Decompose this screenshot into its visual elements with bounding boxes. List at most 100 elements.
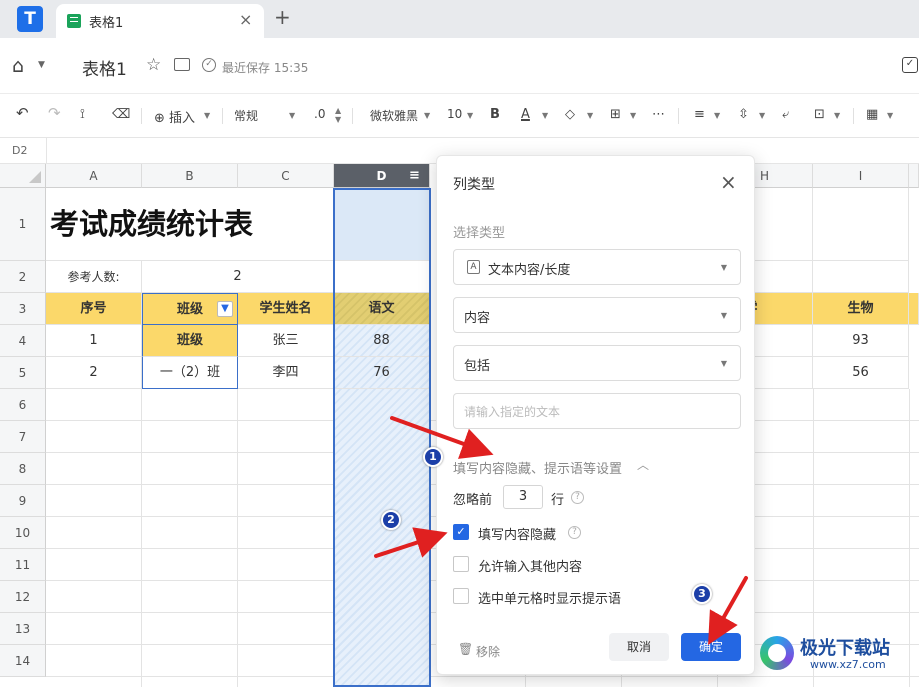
sheet-title-cell[interactable]: 考试成绩统计表	[46, 188, 334, 261]
row-header[interactable]: 8	[0, 453, 46, 485]
checklist-icon[interactable]: ✓	[902, 57, 918, 73]
row-header[interactable]: 5	[0, 357, 46, 389]
new-tab-button[interactable]: +	[274, 5, 291, 29]
bold-button[interactable]: B	[490, 107, 500, 122]
row-header[interactable]: 13	[0, 613, 46, 645]
help-icon[interactable]: ?	[571, 491, 584, 504]
column-type-icon[interactable]: ≡	[409, 164, 420, 188]
cell[interactable]	[813, 188, 909, 261]
table-cell[interactable]: 76	[334, 357, 430, 389]
tab-close-icon[interactable]: ×	[239, 10, 252, 29]
undo-icon[interactable]: ↶	[16, 104, 29, 122]
chevron-down-icon[interactable]: ▼	[759, 111, 765, 120]
star-icon[interactable]: ☆	[146, 55, 161, 75]
align-horizontal-icon[interactable]: ≡	[694, 107, 705, 122]
remove-button[interactable]: 移除	[476, 643, 500, 660]
advanced-settings-toggle[interactable]: 填写内容隐藏、提示语等设置	[453, 458, 622, 477]
chevron-down-icon[interactable]: ▼	[834, 111, 840, 120]
fill-color-icon[interactable]: ◇	[565, 107, 575, 122]
trash-icon[interactable]: 🗑	[458, 642, 473, 656]
chevron-down-icon[interactable]: ▼	[887, 111, 893, 120]
condition-select[interactable]: 包括 ▼	[453, 345, 741, 381]
header-cell-biology[interactable]: 生物	[813, 293, 909, 325]
type-select[interactable]: A 文本内容/长度 ▼	[453, 249, 741, 285]
row-header[interactable]: 10	[0, 517, 46, 549]
participant-count-cell[interactable]: 2	[142, 261, 334, 293]
select-all-corner[interactable]	[0, 164, 46, 188]
move-to-folder-icon[interactable]	[174, 58, 190, 71]
table-cell[interactable]: 2	[46, 357, 142, 389]
chevron-down-icon[interactable]: ▼	[587, 111, 593, 120]
table-cell[interactable]: 93	[813, 325, 909, 357]
row-header[interactable]: 12	[0, 581, 46, 613]
show-tip-checkbox[interactable]	[453, 588, 469, 604]
header-cell-name[interactable]: 学生姓名	[238, 293, 334, 325]
text-input[interactable]: 请输入指定的文本	[453, 393, 741, 429]
document-tab[interactable]: 表格1 ×	[56, 4, 264, 38]
table-cell[interactable]: 88	[334, 325, 430, 357]
align-vertical-icon[interactable]: ⇳	[738, 107, 749, 122]
hide-content-checkbox[interactable]: ✓	[453, 524, 469, 540]
chevron-down-icon[interactable]: ▼	[38, 60, 45, 70]
column-header-b[interactable]: B	[142, 164, 238, 188]
confirm-button[interactable]: 确定	[681, 633, 741, 661]
allow-other-checkbox[interactable]	[453, 556, 469, 572]
cell[interactable]	[909, 293, 919, 325]
chevron-down-icon[interactable]: ▼	[467, 111, 473, 120]
cell-reference[interactable]: D2	[12, 144, 27, 157]
home-icon[interactable]: ⌂	[12, 55, 24, 77]
number-format-select[interactable]: 常规	[234, 107, 258, 124]
row-header[interactable]: 14	[0, 645, 46, 677]
row-header[interactable]: 3	[0, 293, 46, 325]
stepper-icon[interactable]: ▼	[335, 115, 341, 124]
more-icon[interactable]: ⋯	[652, 107, 665, 122]
help-icon[interactable]: ?	[568, 526, 581, 539]
content-select[interactable]: 内容 ▼	[453, 297, 741, 333]
freeze-icon[interactable]: ▦	[866, 107, 878, 122]
header-cell-chinese[interactable]: 语文	[334, 293, 430, 325]
column-header-a[interactable]: A	[46, 164, 142, 188]
column-header-j[interactable]	[909, 164, 919, 188]
row-header[interactable]: 11	[0, 549, 46, 581]
chevron-down-icon[interactable]: ▼	[424, 111, 430, 120]
stepper-icon[interactable]: ▲	[335, 106, 341, 115]
font-select[interactable]: 微软雅黑	[370, 107, 418, 124]
decimal-button[interactable]: .0	[314, 107, 325, 121]
chevron-up-icon[interactable]: ︿	[637, 456, 649, 473]
header-cell-number[interactable]: 序号	[46, 293, 142, 325]
chevron-down-icon[interactable]: ▼	[289, 111, 295, 120]
ignore-rows-input[interactable]: 3	[503, 485, 543, 509]
format-painter-icon[interactable]: ⟟	[80, 107, 85, 122]
table-cell[interactable]: 一（2）班	[142, 357, 238, 389]
wrap-text-icon[interactable]: ⤶	[782, 107, 789, 122]
chevron-down-icon[interactable]: ▼	[204, 111, 210, 120]
row-header[interactable]: 2	[0, 261, 46, 293]
eraser-icon[interactable]: ⌫	[112, 107, 130, 122]
font-size-select[interactable]: 10	[447, 107, 462, 121]
cell[interactable]	[334, 261, 430, 293]
chevron-down-icon[interactable]: ▼	[630, 111, 636, 120]
chevron-down-icon[interactable]: ▼	[542, 111, 548, 120]
table-cell[interactable]: 张三	[238, 325, 334, 357]
table-cell[interactable]: 李四	[238, 357, 334, 389]
app-logo-icon[interactable]: T	[17, 6, 43, 32]
column-header-i[interactable]: I	[813, 164, 909, 188]
table-cell[interactable]: 1	[46, 325, 142, 357]
font-color-button[interactable]: A	[521, 107, 530, 122]
cancel-button[interactable]: 取消	[609, 633, 669, 661]
merge-cells-icon[interactable]: ⊡	[814, 107, 825, 122]
table-cell[interactable]: 班级	[142, 325, 238, 357]
insert-button[interactable]: ⊕ 插入	[154, 107, 195, 126]
close-icon[interactable]: ×	[720, 170, 737, 194]
row-header[interactable]: 7	[0, 421, 46, 453]
borders-icon[interactable]: ⊞	[610, 107, 621, 122]
cell[interactable]	[813, 261, 909, 293]
filter-icon[interactable]: ▼	[217, 301, 233, 317]
row-header[interactable]: 4	[0, 325, 46, 357]
row-header[interactable]: 1	[0, 188, 46, 261]
document-title[interactable]: 表格1	[82, 55, 127, 80]
table-cell[interactable]: 56	[813, 357, 909, 389]
chevron-down-icon[interactable]: ▼	[714, 111, 720, 120]
row-header[interactable]: 6	[0, 389, 46, 421]
selected-column-cells[interactable]	[334, 389, 430, 687]
